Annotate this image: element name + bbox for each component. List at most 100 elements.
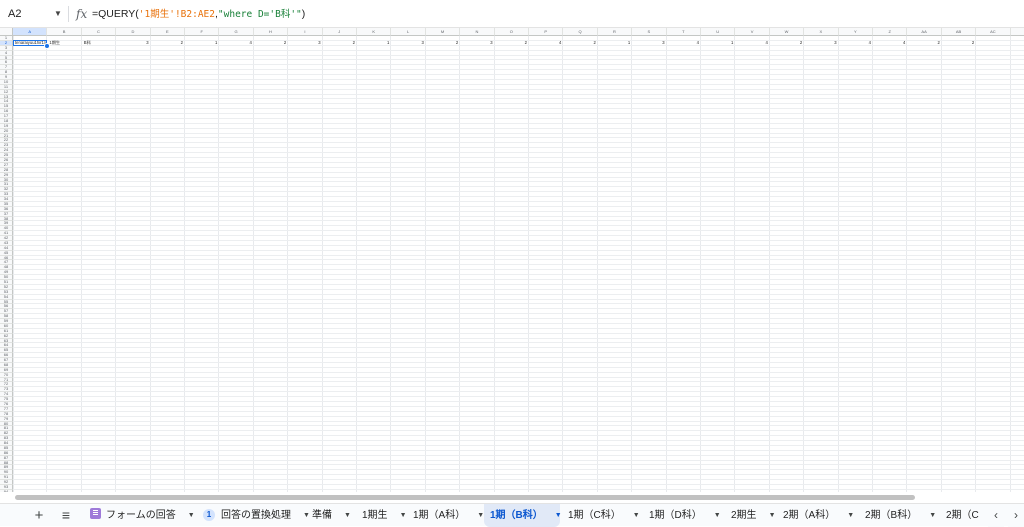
chevron-down-icon[interactable]: ▼: [633, 512, 640, 519]
cell-o2[interactable]: 2: [495, 40, 529, 46]
column-header-ad[interactable]: AD: [1010, 28, 1024, 36]
column-header-z[interactable]: Z: [873, 28, 908, 36]
formula-input[interactable]: =QUERY('1期生'!B2:AE2,"where D='B科'"): [92, 4, 305, 24]
sheet-tab-1[interactable]: 1 回答の置換処理 ▼: [197, 504, 310, 527]
scroll-tabs-right-button[interactable]: ›: [1008, 504, 1024, 527]
column-header-w[interactable]: W: [769, 28, 805, 36]
row-gridline: [13, 342, 1024, 344]
sheet-tab-9[interactable]: 2期（A科） ▼: [777, 504, 857, 527]
column-header-a[interactable]: A: [13, 28, 48, 36]
sheet-tab-10[interactable]: 2期（B科） ▼: [859, 504, 939, 527]
row-gridline: [13, 215, 1024, 217]
chevron-down-icon[interactable]: ▼: [188, 512, 195, 519]
row-gridline: [13, 274, 1024, 276]
sheet-tab-7[interactable]: 1期（D科） ▼: [643, 504, 723, 527]
row-gridline: [13, 196, 1024, 198]
column-header-aa[interactable]: AA: [907, 28, 942, 36]
row-gridline: [13, 191, 1024, 193]
cell-ab2[interactable]: 2: [942, 40, 976, 46]
column-header-v[interactable]: V: [735, 28, 770, 36]
cell-m2[interactable]: 2: [426, 40, 460, 46]
spreadsheet-grid[interactable]: ABCDEFGHIJKLMNOPQRSTUVWXYZAAABACAD123456…: [0, 28, 1024, 492]
chevron-down-icon[interactable]: ▼: [344, 512, 351, 519]
cell-r2[interactable]: 1: [598, 40, 632, 46]
column-header-k[interactable]: K: [357, 28, 392, 36]
row-gridline: [13, 88, 1024, 90]
cell-p2[interactable]: 4: [529, 40, 563, 46]
column-header-m[interactable]: M: [425, 28, 461, 36]
cell-i2[interactable]: 3: [288, 40, 322, 46]
cell-j2[interactable]: 2: [323, 40, 357, 46]
cell-h2[interactable]: 2: [254, 40, 288, 46]
cell-e2[interactable]: 2: [151, 40, 185, 46]
cell-l2[interactable]: 3: [391, 40, 425, 46]
column-header-c[interactable]: C: [81, 28, 117, 36]
column-header-h[interactable]: H: [253, 28, 289, 36]
column-header-f[interactable]: F: [185, 28, 220, 36]
scroll-tabs-left-button[interactable]: ‹: [988, 504, 1004, 527]
cell-q2[interactable]: 2: [563, 40, 597, 46]
sheet-tab-2[interactable]: 準備 ▼: [306, 504, 352, 527]
column-header-d[interactable]: D: [116, 28, 151, 36]
column-header-i[interactable]: I: [288, 28, 323, 36]
cell-d2[interactable]: 3: [116, 40, 150, 46]
cell-s2[interactable]: 3: [632, 40, 666, 46]
column-header-g[interactable]: G: [219, 28, 254, 36]
cell-u2[interactable]: 1: [701, 40, 735, 46]
cell-g2[interactable]: 4: [219, 40, 253, 46]
sheet-tab-6[interactable]: 1期（C科） ▼: [562, 504, 642, 527]
sheet-tab-4[interactable]: 1期（A科） ▼: [407, 504, 484, 527]
chevron-down-icon[interactable]: ▼: [400, 512, 407, 519]
cell-x2[interactable]: 3: [804, 40, 838, 46]
row-gridline: [13, 396, 1024, 398]
column-header-o[interactable]: O: [494, 28, 529, 36]
column-header-s[interactable]: S: [632, 28, 667, 36]
column-header-b[interactable]: B: [47, 28, 82, 36]
column-header-ab[interactable]: AB: [941, 28, 977, 36]
column-header-q[interactable]: Q: [563, 28, 598, 36]
scrollbar-thumb[interactable]: [15, 495, 915, 500]
column-header-j[interactable]: J: [322, 28, 357, 36]
column-header-e[interactable]: E: [150, 28, 185, 36]
horizontal-scrollbar[interactable]: [13, 494, 1024, 501]
chevron-down-icon[interactable]: ▼: [555, 512, 562, 519]
sheet-tab-label: 2期（A科）: [783, 510, 836, 521]
cell-w2[interactable]: 2: [770, 40, 804, 46]
column-header-n[interactable]: N: [460, 28, 495, 36]
add-sheet-button[interactable]: +: [30, 504, 48, 527]
all-sheets-menu-button[interactable]: ≡: [57, 504, 75, 527]
chevron-down-icon[interactable]: ▼: [769, 512, 776, 519]
cell-z2[interactable]: 4: [873, 40, 907, 46]
chevron-down-icon[interactable]: ▼: [929, 512, 936, 519]
cell-f2[interactable]: 1: [185, 40, 219, 46]
sheet-tab-0[interactable]: フォームの回答 ▼: [84, 504, 196, 527]
row-gridline: [13, 488, 1024, 490]
sheet-tab-8[interactable]: 2期生 ▼: [725, 504, 776, 527]
chevron-down-icon[interactable]: ▼: [714, 512, 721, 519]
column-header-l[interactable]: L: [391, 28, 426, 36]
column-header-p[interactable]: P: [529, 28, 564, 36]
column-header-r[interactable]: R: [597, 28, 633, 36]
chevron-down-icon[interactable]: ▼: [847, 512, 854, 519]
cell-v2[interactable]: 4: [735, 40, 769, 46]
cell-aa2[interactable]: 2: [907, 40, 941, 46]
cell-c2[interactable]: B科: [82, 40, 116, 46]
column-header-u[interactable]: U: [701, 28, 736, 36]
sheet-tab-5[interactable]: 1期（B科） ▼: [484, 504, 562, 527]
cell-t2[interactable]: 4: [667, 40, 701, 46]
sheet-tab-3[interactable]: 1期生 ▼: [356, 504, 407, 527]
column-header-ac[interactable]: AC: [976, 28, 1011, 36]
cell-b2[interactable]: 1期生: [47, 40, 81, 46]
cell-y2[interactable]: 4: [839, 40, 873, 46]
row-gridline: [13, 381, 1024, 383]
column-header-t[interactable]: T: [666, 28, 701, 36]
cell-n2[interactable]: 3: [460, 40, 494, 46]
cell-ad2[interactable]: 1.000001: [1011, 40, 1024, 46]
fill-handle[interactable]: [44, 42, 50, 49]
column-header-y[interactable]: Y: [838, 28, 873, 36]
name-box-chevron-down-icon[interactable]: ▼: [54, 4, 62, 24]
cell-k2[interactable]: 1: [357, 40, 391, 46]
row-header-94[interactable]: 94: [0, 489, 13, 492]
row-gridline: [13, 74, 1024, 76]
column-header-x[interactable]: X: [804, 28, 839, 36]
